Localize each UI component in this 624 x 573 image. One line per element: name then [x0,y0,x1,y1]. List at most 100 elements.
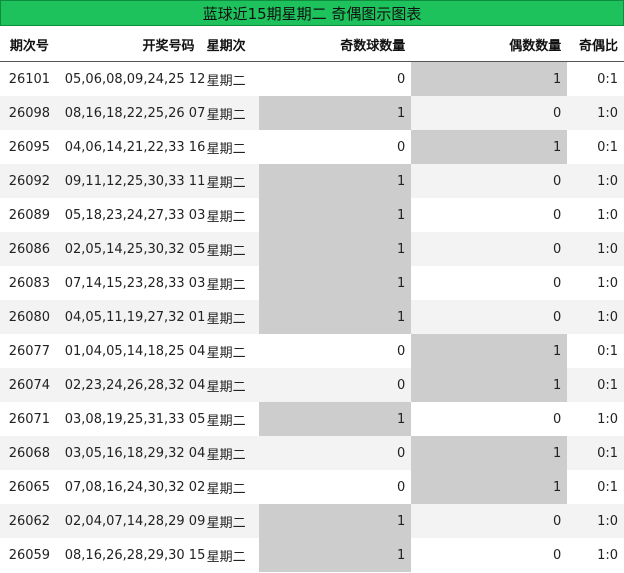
ratio-cell: 0:1 [597,479,618,495]
ratio-cell: 1:0 [597,309,618,325]
period-cell: 26080 [8,309,51,325]
odd-even-table: 期次号 开奖号码 星期次 奇数球数量 偶数数量 奇偶比 26101 05,06,0… [0,27,624,572]
period-cell: 26083 [8,275,51,291]
period-cell: 26062 [8,513,51,529]
page-title: 蓝球近15期星期二 奇偶图示图表 [0,0,624,26]
table-row: 26098 08,16,18,22,25,26 07 星期二 1 0 1:0 [0,96,624,130]
ratio-cell: 0:1 [597,377,618,393]
table-header-row: 期次号 开奖号码 星期次 奇数球数量 偶数数量 奇偶比 [0,27,624,62]
period-cell: 26092 [8,173,51,189]
draw-numbers-cell: 03,05,16,18,29,32 04 [64,445,206,461]
draw-numbers-cell: 08,16,26,28,29,30 15 [64,547,206,563]
table-row: 26074 02,23,24,26,28,32 04 星期二 0 1 0:1 [0,368,624,402]
header-ratio: 奇偶比 [567,27,624,62]
period-cell: 26098 [8,105,51,121]
odd-count-cell: 1 [259,266,412,300]
weekday-cell: 星期二 [206,549,246,565]
ratio-cell: 1:0 [597,173,618,189]
odd-count-cell: 0 [396,445,406,461]
ratio-cell: 1:0 [597,547,618,563]
even-count-cell: 1 [411,334,568,368]
even-count-cell: 1 [411,368,568,402]
draw-numbers-cell: 05,06,08,09,24,25 12 [64,71,206,87]
header-draw-numbers: 开奖号码 [58,27,201,62]
table-row: 26077 01,04,05,14,18,25 04 星期二 0 1 0:1 [0,334,624,368]
period-cell: 26095 [8,139,51,155]
even-count-cell: 0 [552,513,562,529]
period-cell: 26065 [8,479,51,495]
table-row: 26068 03,05,16,18,29,32 04 星期二 0 1 0:1 [0,436,624,470]
odd-count-cell: 1 [259,198,412,232]
ratio-cell: 1:0 [597,105,618,121]
draw-numbers-cell: 09,11,12,25,30,33 11 [64,173,206,189]
draw-numbers-cell: 04,05,11,19,27,32 01 [64,309,206,325]
even-count-cell: 1 [411,436,568,470]
table-row: 26101 05,06,08,09,24,25 12 星期二 0 1 0:1 [0,61,624,96]
weekday-cell: 星期二 [206,209,246,225]
draw-numbers-cell: 04,06,14,21,22,33 16 [64,139,206,155]
table-row: 26083 07,14,15,23,28,33 03 星期二 1 0 1:0 [0,266,624,300]
header-period: 期次号 [0,27,59,62]
weekday-cell: 星期二 [206,311,246,327]
even-count-cell: 0 [552,241,562,257]
draw-numbers-cell: 03,08,19,25,31,33 05 [64,411,206,427]
draw-numbers-cell: 08,16,18,22,25,26 07 [64,105,206,121]
table-body: 26101 05,06,08,09,24,25 12 星期二 0 1 0:1 26098 08… [0,61,624,572]
odd-count-cell: 0 [396,71,406,87]
odd-count-cell: 1 [259,402,412,436]
even-count-cell: 0 [552,275,562,291]
draw-numbers-cell: 01,04,05,14,18,25 04 [64,343,206,359]
period-cell: 26089 [8,207,51,223]
header-even-count: 偶数数量 [411,27,568,62]
table-row: 26059 08,16,26,28,29,30 15 星期二 1 0 1:0 [0,538,624,572]
ratio-cell: 1:0 [597,275,618,291]
ratio-cell: 1:0 [597,513,618,529]
header-odd-count: 奇数球数量 [259,27,412,62]
odd-count-cell: 1 [259,232,412,266]
weekday-cell: 星期二 [206,515,246,531]
weekday-cell: 星期二 [206,447,246,463]
ratio-cell: 1:0 [597,411,618,427]
draw-numbers-cell: 05,18,23,24,27,33 03 [64,207,206,223]
draw-numbers-cell: 07,14,15,23,28,33 03 [64,275,206,291]
odd-count-cell: 1 [259,504,412,538]
even-count-cell: 1 [411,130,568,164]
even-count-cell: 0 [552,309,562,325]
draw-numbers-cell: 02,05,14,25,30,32 05 [64,241,206,257]
period-cell: 26077 [8,343,51,359]
weekday-cell: 星期二 [206,73,246,89]
ratio-cell: 0:1 [597,445,618,461]
ratio-cell: 0:1 [597,71,618,87]
table-row: 26092 09,11,12,25,30,33 11 星期二 1 0 1:0 [0,164,624,198]
weekday-cell: 星期二 [206,379,246,395]
even-count-cell: 0 [552,105,562,121]
even-count-cell: 0 [552,173,562,189]
ratio-cell: 0:1 [597,343,618,359]
period-cell: 26086 [8,241,51,257]
weekday-cell: 星期二 [206,243,246,259]
draw-numbers-cell: 02,23,24,26,28,32 04 [64,377,206,393]
weekday-cell: 星期二 [206,413,246,429]
even-count-cell: 1 [411,470,568,504]
odd-count-cell: 1 [259,96,412,130]
period-cell: 26068 [8,445,51,461]
even-count-cell: 0 [552,411,562,427]
ratio-cell: 1:0 [597,241,618,257]
odd-count-cell: 0 [396,377,406,393]
weekday-cell: 星期二 [206,481,246,497]
table-row: 26071 03,08,19,25,31,33 05 星期二 1 0 1:0 [0,402,624,436]
draw-numbers-cell: 07,08,16,24,30,32 02 [64,479,206,495]
even-count-cell: 0 [552,547,562,563]
period-cell: 26059 [8,547,51,563]
chart-panel: 蓝球近15期星期二 奇偶图示图表 期次号 开奖号码 星期次 奇数球数量 偶数数量… [0,0,624,573]
weekday-cell: 星期二 [206,141,246,157]
draw-numbers-cell: 02,04,07,14,28,29 09 [64,513,206,529]
odd-count-cell: 0 [396,343,406,359]
table-row: 26080 04,05,11,19,27,32 01 星期二 1 0 1:0 [0,300,624,334]
weekday-cell: 星期二 [206,175,246,191]
table-row: 26062 02,04,07,14,28,29 09 星期二 1 0 1:0 [0,504,624,538]
even-count-cell: 0 [552,207,562,223]
weekday-cell: 星期二 [206,277,246,293]
period-cell: 26101 [8,71,51,87]
odd-count-cell: 1 [259,538,412,572]
